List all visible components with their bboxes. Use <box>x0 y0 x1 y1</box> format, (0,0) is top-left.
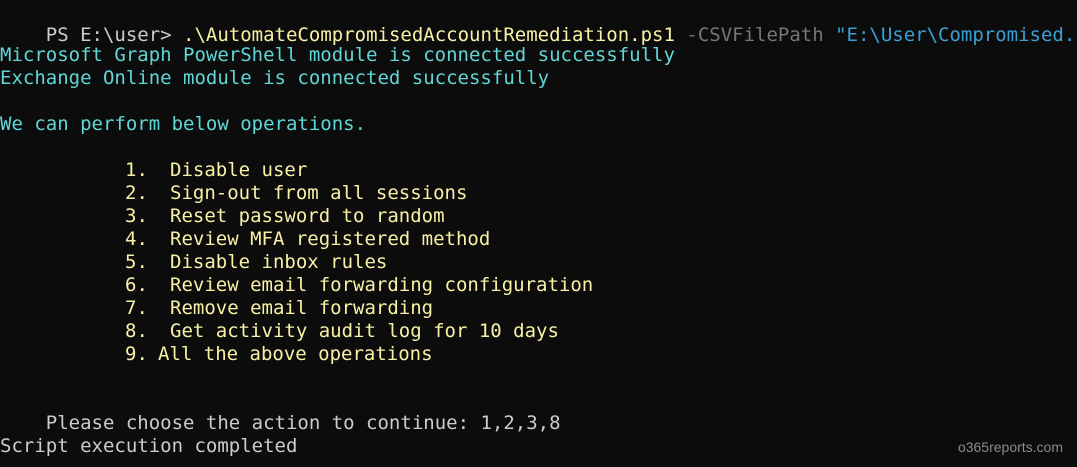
choice-prompt: Please choose the action to continue: <box>45 412 481 434</box>
parameter-value: "E:\User\Compromised.csv" <box>835 24 1077 46</box>
menu-item-label: Disable inbox rules <box>170 251 388 273</box>
menu-item-label: Get activity audit log for 10 days <box>170 320 559 342</box>
intro-text: We can perform below operations. <box>0 113 367 135</box>
prompt: PS E:\user> <box>45 24 184 46</box>
menu-item-label: Reset password to random <box>170 205 445 227</box>
menu-item-label: Remove email forwarding <box>170 297 434 319</box>
menu-item-number: 9. <box>125 343 148 365</box>
choice-input[interactable]: 1,2,3,8 <box>480 412 560 434</box>
menu-item-label: Review email forwarding configuration <box>170 274 594 296</box>
powershell-terminal[interactable]: PS E:\user> .\AutomateCompromisedAccount… <box>0 0 1077 467</box>
menu-item-label: Sign-out from all sessions <box>170 182 468 204</box>
menu-item-label: Review MFA registered method <box>170 228 491 250</box>
menu-item-number: 4. <box>125 228 148 250</box>
status-exchange-connected: Exchange Online module is connected succ… <box>0 67 550 89</box>
menu-item-number: 1. <box>125 159 148 181</box>
status-graph-connected: Microsoft Graph PowerShell module is con… <box>0 44 675 66</box>
menu-item-number: 2. <box>125 182 148 204</box>
menu-item-number: 6. <box>125 274 148 296</box>
parameter-name: -CSVFilePath <box>674 24 836 46</box>
completion-message: Script execution completed <box>0 435 298 457</box>
watermark: o365reports.com <box>957 439 1063 455</box>
script-name: .\AutomateCompromisedAccountRemediation.… <box>183 24 675 46</box>
menu-item-number: 7. <box>125 297 148 319</box>
menu-item-label: All the above operations <box>158 343 433 365</box>
menu-item-number: 5. <box>125 251 148 273</box>
menu-item-number: 3. <box>125 205 148 227</box>
menu-item-number: 8. <box>125 320 148 342</box>
menu-item-label: Disable user <box>170 159 308 181</box>
